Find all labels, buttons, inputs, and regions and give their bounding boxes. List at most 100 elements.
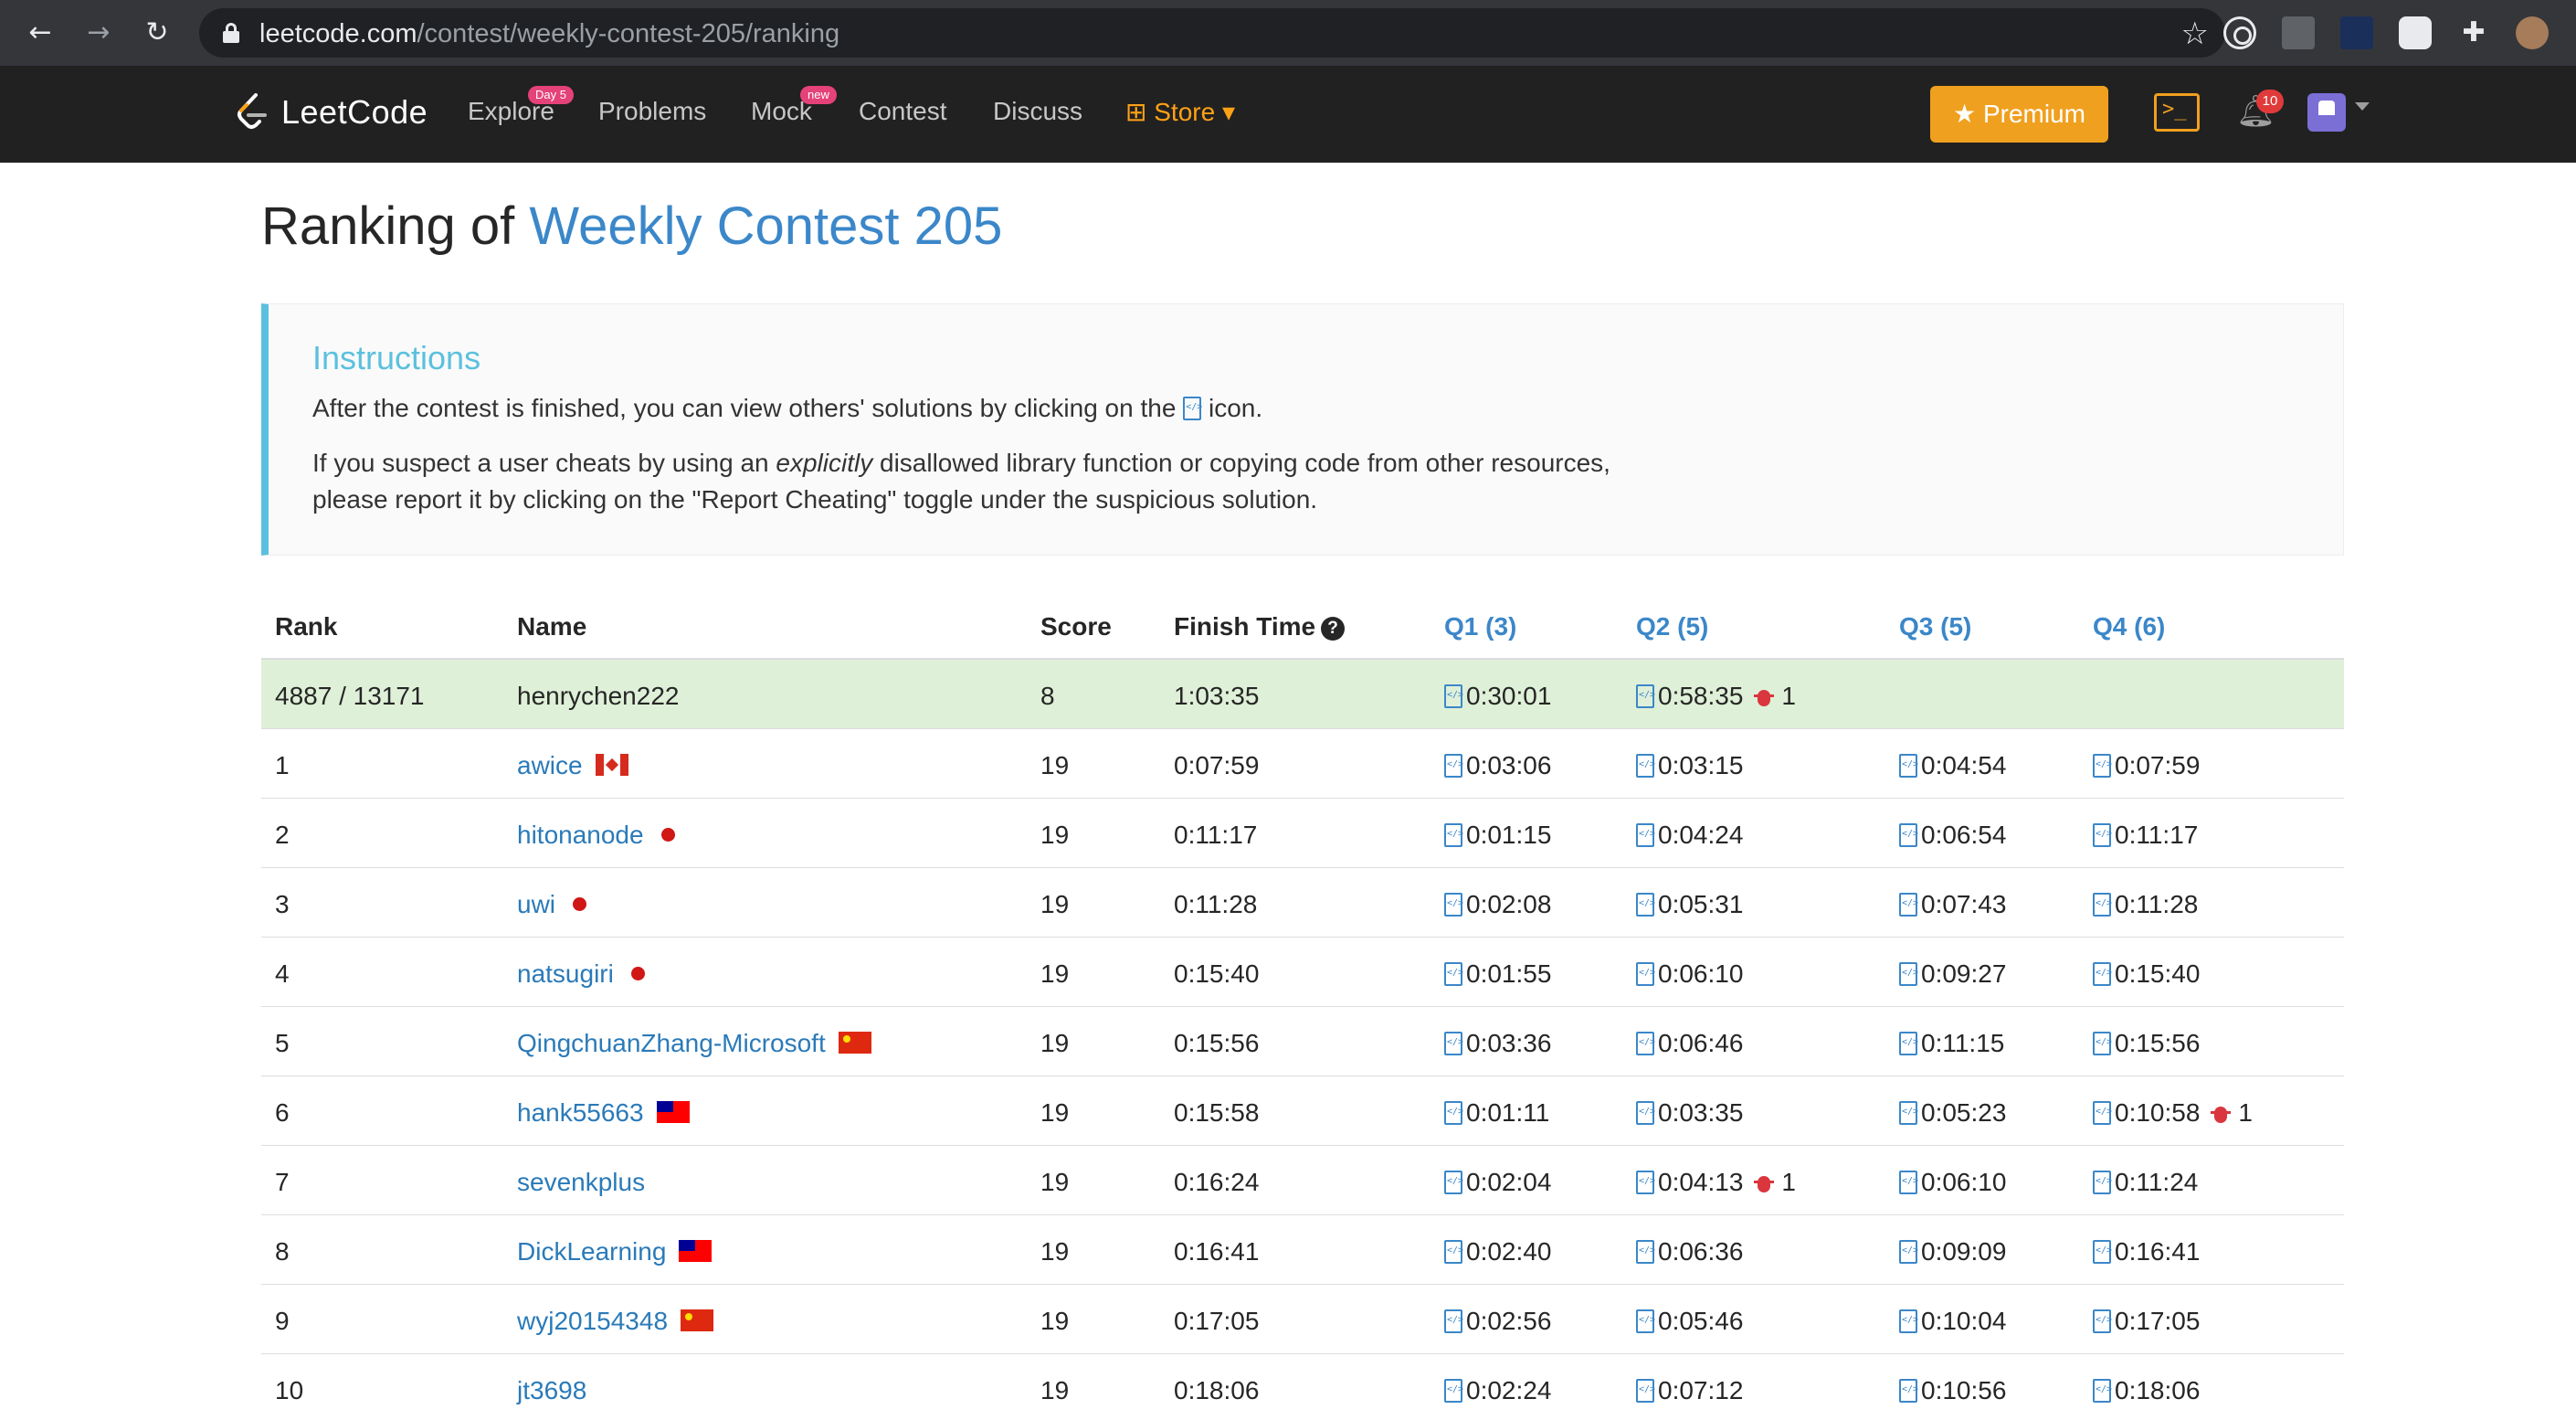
q1-cell[interactable]: 0:02:04 [1444, 1168, 1551, 1197]
q3-cell[interactable]: 0:05:23 [1899, 1098, 2006, 1128]
code-icon[interactable] [1636, 684, 1655, 708]
q2-cell[interactable]: 0:06:36 [1636, 1237, 1743, 1266]
extension-icon[interactable] [2399, 16, 2432, 49]
profile-avatar[interactable] [2516, 16, 2549, 49]
q3-cell[interactable]: 0:06:54 [1899, 821, 2006, 850]
console-icon[interactable] [2154, 93, 2200, 132]
code-icon[interactable] [1899, 1032, 1918, 1055]
code-icon[interactable] [2093, 1101, 2112, 1125]
q2-cell[interactable]: 0:07:12 [1636, 1376, 1743, 1405]
header-q4[interactable]: Q4 (6) [2093, 612, 2165, 641]
code-icon[interactable] [2093, 1240, 2112, 1264]
forward-icon[interactable]: → [82, 16, 115, 49]
bookmark-star-icon[interactable]: ☆ [2181, 16, 2209, 52]
q1-cell[interactable]: 0:02:40 [1444, 1237, 1551, 1266]
q3-cell[interactable]: 0:04:54 [1899, 751, 2006, 780]
q1-cell[interactable]: 0:01:15 [1444, 821, 1551, 850]
extension-icon[interactable] [2340, 16, 2373, 49]
code-icon[interactable] [1899, 823, 1918, 847]
user-profile-link[interactable]: hitonanode [517, 821, 644, 849]
q1-cell[interactable]: 0:02:56 [1444, 1307, 1551, 1336]
code-icon[interactable] [1899, 754, 1918, 778]
code-icon[interactable] [2093, 1379, 2112, 1403]
lock-icon[interactable] [223, 23, 239, 43]
code-icon[interactable] [2093, 754, 2112, 778]
user-profile-link[interactable]: natsugiri [517, 959, 614, 988]
code-icon[interactable] [1444, 1240, 1463, 1264]
code-icon[interactable] [1636, 893, 1655, 917]
user-profile-link[interactable]: uwi [517, 890, 555, 918]
header-q1[interactable]: Q1 (3) [1444, 612, 1516, 641]
code-icon[interactable] [1899, 893, 1918, 917]
code-icon[interactable] [1636, 1101, 1655, 1125]
q2-cell[interactable]: 0:04:13 1 [1636, 1168, 1796, 1197]
q2-cell[interactable]: 0:03:15 [1636, 751, 1743, 780]
q4-cell[interactable]: 0:10:58 1 [2093, 1098, 2253, 1128]
q3-cell[interactable]: 0:10:04 [1899, 1307, 2006, 1336]
code-icon[interactable] [1444, 1032, 1463, 1055]
nav-problems[interactable]: Problems [598, 97, 706, 126]
q4-cell[interactable]: 0:15:56 [2093, 1029, 2200, 1058]
q2-cell[interactable]: 0:03:35 [1636, 1098, 1743, 1128]
q1-cell[interactable]: 0:02:24 [1444, 1376, 1551, 1405]
q4-cell[interactable]: 0:07:59 [2093, 751, 2200, 780]
q2-cell[interactable]: 0:58:35 1 [1636, 682, 1796, 711]
user-profile-link[interactable]: DickLearning [517, 1237, 666, 1266]
q3-cell[interactable]: 0:09:27 [1899, 959, 2006, 989]
user-avatar[interactable] [2307, 93, 2346, 132]
nav-discuss[interactable]: Discuss [993, 97, 1082, 126]
back-icon[interactable]: ← [24, 16, 57, 49]
q1-cell[interactable]: 0:30:01 [1444, 682, 1551, 711]
code-icon[interactable] [1444, 962, 1463, 986]
user-profile-link[interactable]: QingchuanZhang-Microsoft [517, 1029, 826, 1057]
code-icon[interactable] [1444, 1379, 1463, 1403]
q4-cell[interactable]: 0:18:06 [2093, 1376, 2200, 1405]
q3-cell[interactable]: 0:09:09 [1899, 1237, 2006, 1266]
code-icon[interactable] [2093, 1309, 2112, 1333]
code-icon[interactable] [1444, 684, 1463, 708]
code-icon[interactable] [1444, 823, 1463, 847]
nav-contest[interactable]: Contest [859, 97, 947, 126]
code-icon[interactable] [2093, 823, 2112, 847]
code-icon[interactable] [1444, 754, 1463, 778]
code-icon[interactable] [1636, 1171, 1655, 1194]
q2-cell[interactable]: 0:04:24 [1636, 821, 1743, 850]
contest-link[interactable]: Weekly Contest 205 [529, 196, 1002, 256]
q1-cell[interactable]: 0:03:36 [1444, 1029, 1551, 1058]
q4-cell[interactable]: 0:11:28 [2093, 890, 2198, 919]
q2-cell[interactable]: 0:05:31 [1636, 890, 1743, 919]
header-q3[interactable]: Q3 (5) [1899, 612, 1971, 641]
user-profile-link[interactable]: wyj20154348 [517, 1307, 668, 1335]
q1-cell[interactable]: 0:01:55 [1444, 959, 1551, 989]
code-icon[interactable] [1899, 1309, 1918, 1333]
user-profile-link[interactable]: awice [517, 751, 583, 779]
code-icon[interactable] [1636, 962, 1655, 986]
q1-cell[interactable]: 0:02:08 [1444, 890, 1551, 919]
code-icon[interactable] [1899, 1101, 1918, 1125]
url-text[interactable]: leetcode.com/contest/weekly-contest-205/… [259, 19, 839, 49]
code-icon[interactable] [1444, 1101, 1463, 1125]
code-icon[interactable] [1636, 823, 1655, 847]
code-icon[interactable] [1444, 1309, 1463, 1333]
q4-cell[interactable]: 0:11:17 [2093, 821, 2198, 850]
q3-cell[interactable]: 0:10:56 [1899, 1376, 2006, 1405]
puzzle-icon[interactable]: ✚ [2457, 16, 2490, 49]
chevron-down-icon[interactable] [2355, 102, 2370, 111]
code-icon[interactable] [1636, 754, 1655, 778]
q4-cell[interactable]: 0:16:41 [2093, 1237, 2200, 1266]
q2-cell[interactable]: 0:06:10 [1636, 959, 1743, 989]
q1-cell[interactable]: 0:01:11 [1444, 1098, 1549, 1128]
code-icon[interactable] [1444, 1171, 1463, 1194]
code-icon[interactable] [1636, 1032, 1655, 1055]
q2-cell[interactable]: 0:06:46 [1636, 1029, 1743, 1058]
q4-cell[interactable]: 0:15:40 [2093, 959, 2200, 989]
q2-cell[interactable]: 0:05:46 [1636, 1307, 1743, 1336]
code-icon[interactable] [2093, 1171, 2112, 1194]
reload-icon[interactable]: ↻ [141, 16, 174, 49]
q4-cell[interactable]: 0:11:24 [2093, 1168, 2198, 1197]
q1-cell[interactable]: 0:03:06 [1444, 751, 1551, 780]
header-q2[interactable]: Q2 (5) [1636, 612, 1708, 641]
nav-store[interactable]: ⊞ Store ▾ [1125, 97, 1235, 127]
code-icon[interactable] [2093, 893, 2112, 917]
help-icon[interactable]: ? [1321, 617, 1346, 641]
